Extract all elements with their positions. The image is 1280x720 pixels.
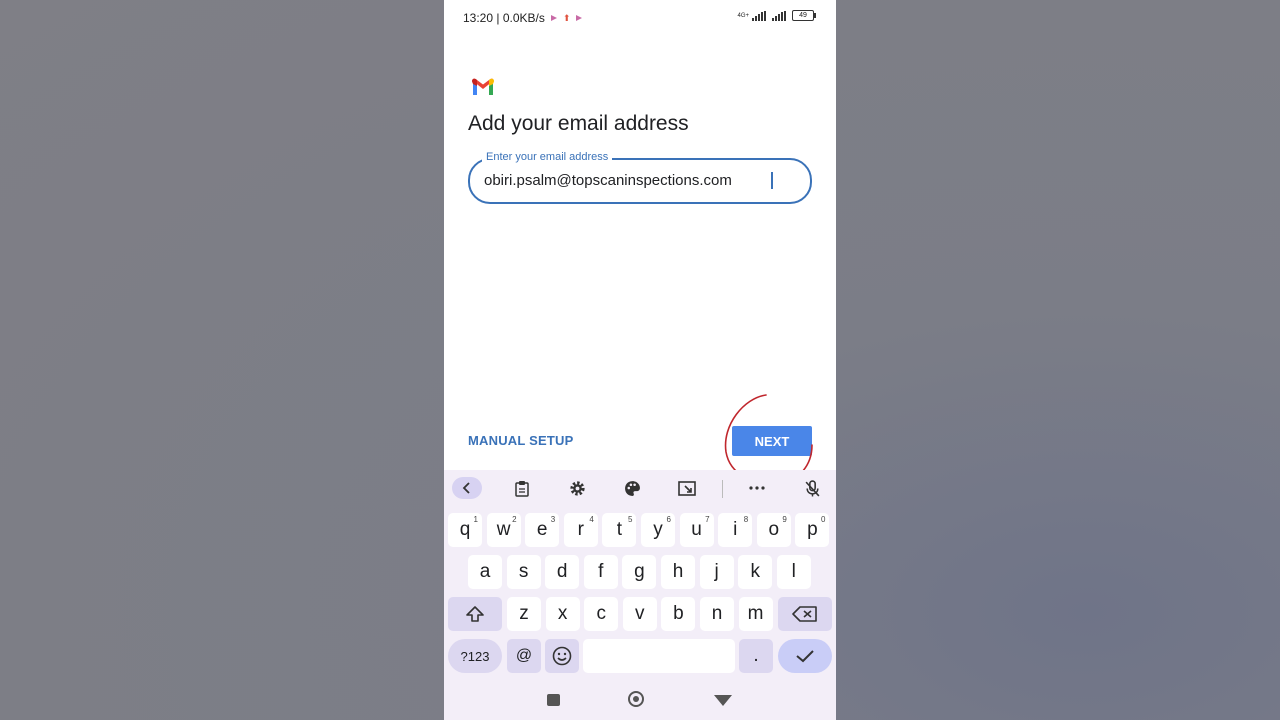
email-field[interactable]: Enter your email address (468, 151, 812, 204)
play-store-icon-2 (576, 15, 583, 21)
recents-icon[interactable] (547, 694, 560, 706)
check-icon (796, 650, 814, 663)
key-t[interactable]: t5 (602, 513, 637, 547)
emoji-key[interactable] (545, 639, 579, 673)
key-q[interactable]: q1 (448, 513, 482, 547)
toolbar-separator (722, 480, 723, 498)
shift-key[interactable] (448, 597, 502, 631)
key-label: t (616, 519, 623, 540)
keyboard-toolbar (444, 470, 836, 506)
key-p[interactable]: p0 (795, 513, 830, 547)
key-c[interactable]: c (584, 597, 619, 631)
page-title: Add your email address (468, 112, 689, 135)
backspace-icon (792, 606, 817, 622)
key-label: i (733, 519, 738, 540)
key-a[interactable]: a (468, 555, 502, 589)
key-hint: 1 (473, 515, 478, 524)
key-i[interactable]: i8 (718, 513, 753, 547)
home-icon[interactable] (628, 691, 644, 707)
key-hint: 0 (820, 515, 826, 524)
key-label: p (807, 519, 818, 540)
key-label: o (768, 519, 780, 540)
gear-icon[interactable] (562, 477, 592, 499)
key-label: y (653, 519, 663, 540)
signal-icon (752, 10, 766, 21)
key-hint: 5 (627, 515, 633, 524)
palette-icon[interactable] (617, 477, 647, 499)
status-bar: 13:20 | 0.0KB/s ⬆ 4G+ 49 (444, 0, 836, 36)
email-field-label: Enter your email address (482, 151, 613, 163)
clipboard-icon[interactable] (507, 477, 537, 499)
key-l[interactable]: l (776, 555, 811, 589)
key-z[interactable]: z (507, 597, 541, 631)
key-hint: 2 (512, 515, 517, 524)
more-icon[interactable] (742, 477, 772, 499)
text-cursor (771, 172, 773, 189)
key-hint: 8 (743, 515, 749, 524)
manual-setup-button[interactable]: MANUAL SETUP (468, 433, 573, 448)
mic-off-icon[interactable] (797, 477, 827, 499)
upload-icon: ⬆ (562, 12, 571, 23)
battery-icon: 49 (792, 10, 816, 21)
key-m[interactable]: m (738, 597, 773, 631)
keyboard: q1w2e3r4t5y6u7i8o9p0 asdfghjkl zxcvbnm ?… (444, 470, 836, 720)
network-type: 4G+ (737, 12, 749, 19)
email-input[interactable] (484, 168, 794, 192)
key-hint: 3 (550, 515, 556, 524)
next-button[interactable]: NEXT (732, 426, 812, 456)
key-n[interactable]: n (700, 597, 734, 631)
status-time: 13:20 | 0.0KB/s (463, 11, 545, 25)
key-b[interactable]: b (661, 597, 696, 631)
chevron-left-icon[interactable] (452, 477, 482, 499)
space-key[interactable] (583, 639, 735, 673)
back-icon[interactable] (714, 695, 732, 706)
status-right: 4G+ 49 (737, 10, 816, 21)
backspace-key[interactable] (778, 597, 832, 631)
system-nav-bar (444, 685, 836, 720)
key-label: r (577, 519, 584, 540)
key-hint: 9 (782, 515, 787, 524)
key-e[interactable]: e3 (525, 513, 560, 547)
key-label: q (459, 519, 471, 540)
key-y[interactable]: y6 (641, 513, 675, 547)
key-r[interactable]: r4 (563, 513, 598, 547)
key-hint: 6 (666, 515, 671, 524)
resize-icon[interactable] (672, 477, 702, 499)
emoji-icon (552, 646, 572, 666)
key-g[interactable]: g (622, 555, 657, 589)
key-h[interactable]: h (661, 555, 695, 589)
done-key[interactable] (778, 639, 832, 673)
symbols-key[interactable]: ?123 (448, 639, 502, 673)
gmail-logo-icon (472, 78, 494, 95)
key-label: w (496, 519, 511, 540)
at-key[interactable]: @ (507, 639, 541, 673)
period-key[interactable]: . (739, 639, 773, 673)
key-f[interactable]: f (583, 555, 618, 589)
key-label: u (691, 519, 702, 540)
key-o[interactable]: o9 (756, 513, 791, 547)
key-u[interactable]: u7 (679, 513, 714, 547)
key-d[interactable]: d (545, 555, 580, 589)
key-w[interactable]: w2 (486, 513, 521, 547)
key-hint: 7 (705, 515, 710, 524)
status-left: 13:20 | 0.0KB/s ⬆ (463, 11, 583, 25)
key-s[interactable]: s (506, 555, 541, 589)
shift-icon (466, 606, 484, 622)
phone-screen: 13:20 | 0.0KB/s ⬆ 4G+ 49 Add your email … (444, 0, 836, 720)
key-v[interactable]: v (622, 597, 657, 631)
key-j[interactable]: j (699, 555, 734, 589)
signal-icon-2 (772, 10, 786, 21)
key-x[interactable]: x (545, 597, 580, 631)
key-label: e (536, 519, 548, 540)
key-hint: 4 (589, 515, 594, 524)
key-k[interactable]: k (738, 555, 773, 589)
play-store-icon (550, 15, 557, 21)
